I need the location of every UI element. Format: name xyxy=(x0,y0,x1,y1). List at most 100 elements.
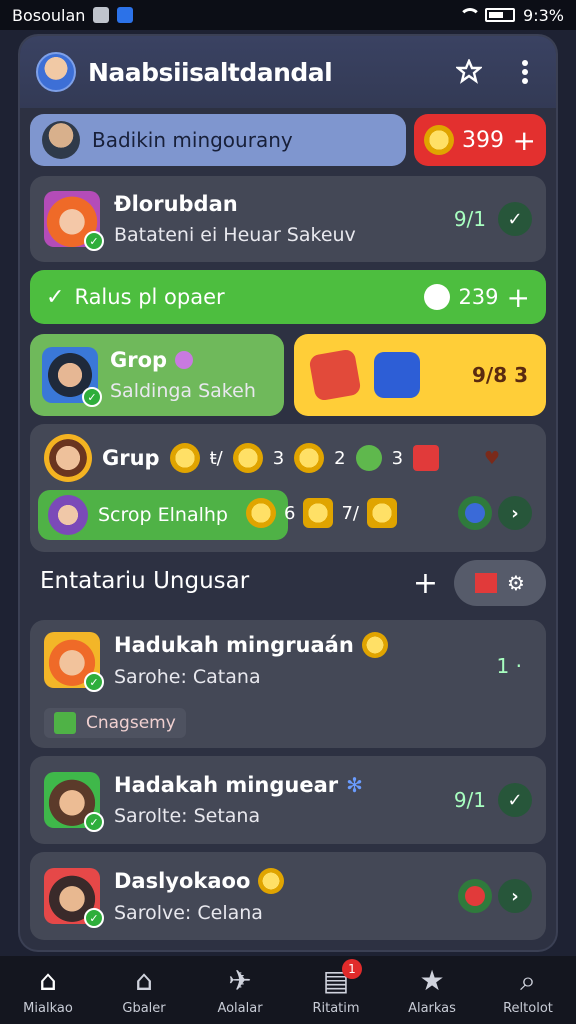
add-coins-button[interactable]: + xyxy=(513,124,536,157)
group-card[interactable]: ✓ Grop Saldinga Sakeh xyxy=(30,334,284,416)
settings-icon: ⚙ xyxy=(507,571,525,595)
globe-icon[interactable] xyxy=(458,496,492,530)
chevron-right-icon[interactable]: › xyxy=(498,879,532,913)
coin-icon xyxy=(258,868,285,894)
house-outline-icon: ⌂ xyxy=(135,963,153,997)
app-notification-icon xyxy=(93,7,110,23)
verified-check-icon: ✓ xyxy=(84,812,104,832)
section-title: Entatariu Ungusar xyxy=(40,568,250,594)
coin-icon xyxy=(294,443,325,473)
quest-bar[interactable]: ✓ Ralus pl opaer 239 + xyxy=(30,270,546,324)
list-item-subtitle: Sarolve: Celana xyxy=(114,902,263,924)
game-avatar: ✓ xyxy=(44,632,104,692)
list-item[interactable]: ✓ Hadakah minguear ✻ Sarolte: Setana 9/1… xyxy=(30,756,546,844)
reward-card[interactable]: 9/8 3 xyxy=(294,334,546,416)
verified-check-icon: ✓ xyxy=(84,231,104,251)
coin-icon xyxy=(169,443,200,473)
group-row-value: 2 xyxy=(334,447,346,469)
verified-check-icon: ✓ xyxy=(84,672,104,692)
flag-icon xyxy=(475,573,498,593)
reward-value: 9/8 3 xyxy=(471,363,528,387)
nav-item-gbaler[interactable]: ⌂ Gbaler xyxy=(96,963,192,1016)
user-avatar[interactable] xyxy=(36,52,76,92)
list-item[interactable]: ✓ Daslyokaoo Sarolve: Celana › xyxy=(30,852,546,940)
filter-pill[interactable]: ⚙ xyxy=(454,560,546,606)
card-title: Đlorubdan xyxy=(114,192,238,216)
group-row-title: Grup xyxy=(102,446,160,470)
coin-icon xyxy=(303,498,334,528)
coin-value: 399 xyxy=(462,127,504,153)
featured-card[interactable]: ✓ Đlorubdan Batateni ei Heuar Sakeuv 9/1… xyxy=(30,176,546,262)
group-title: Grop xyxy=(110,348,168,372)
bird-icon: ✈ xyxy=(228,963,252,997)
sub-group-label: Scrop Elnalhp xyxy=(98,504,228,526)
status-bar: Bosoulan 9:3% xyxy=(0,0,576,30)
add-button[interactable]: + xyxy=(413,566,438,601)
coin-icon xyxy=(246,498,276,528)
list-item-count: 1 · xyxy=(496,654,522,678)
coin-icon xyxy=(424,125,454,155)
search-icon: ⌕ xyxy=(520,963,536,997)
check-icon: ✓ xyxy=(46,284,65,310)
battery-percent: 9:3% xyxy=(523,5,564,25)
coins-balance[interactable]: 399 + xyxy=(414,114,546,166)
card-subtitle: Batateni ei Heuar Sakeuv xyxy=(114,224,356,246)
quest-value: 239 xyxy=(458,285,499,309)
list-item-title: Hadakah minguear xyxy=(114,773,339,797)
group-subtitle: Saldinga Sakeh xyxy=(110,380,256,402)
group-row-value: ŧ/ xyxy=(209,447,223,469)
game-avatar: ✓ xyxy=(44,868,104,928)
nav-label: Aolalar xyxy=(217,1000,263,1016)
list-item-count: 9/1 xyxy=(453,788,486,812)
group-row-card[interactable]: Grup ŧ/ 3 2 3 ♥ Scrop Elnalhp 6 7/ › xyxy=(30,424,546,552)
game-avatar: ✓ xyxy=(44,772,104,832)
game-avatar: ✓ xyxy=(44,191,104,251)
settings-icon[interactable] xyxy=(454,57,484,87)
tag-icon xyxy=(54,712,76,734)
nav-item-alarkas[interactable]: ★ Alarkas xyxy=(384,963,480,1016)
nav-item-home[interactable]: ⌂ Mialkao xyxy=(0,963,96,1016)
list-item-title: Hadukah mingruaán xyxy=(114,633,354,657)
carrier-label: Bosoulan xyxy=(12,5,86,25)
group-avatar xyxy=(44,434,92,482)
nav-label: Mialkao xyxy=(23,1000,73,1016)
gem-icon xyxy=(175,351,194,369)
nav-item-ritatim[interactable]: ▤ 1 Ritatim xyxy=(288,958,384,1016)
more-options-icon[interactable] xyxy=(510,57,540,87)
group-row-value: 3 xyxy=(272,447,285,469)
chevron-right-icon[interactable]: › xyxy=(498,496,532,530)
nav-label: Ritatim xyxy=(312,1000,360,1016)
heart-icon: ♥ xyxy=(483,448,500,469)
notification-badge: 1 xyxy=(342,958,362,979)
puzzle-icon: ✻ xyxy=(346,773,363,797)
add-button[interactable]: + xyxy=(507,281,530,314)
list-item-title: Daslyokaoo xyxy=(114,869,251,893)
tag-chip[interactable]: Cnagsemy xyxy=(44,708,186,738)
check-arrow-icon[interactable]: ✓ xyxy=(498,783,532,817)
action-icon[interactable] xyxy=(458,879,492,913)
nav-label: Alarkas xyxy=(408,1000,456,1016)
list-item-subtitle: Sarohe: Catana xyxy=(114,666,261,688)
profile-name: Badikin mingourany xyxy=(92,128,293,152)
user-icon xyxy=(424,284,451,310)
main-panel: Naabsiisaltdandal Badikin mingourany 399… xyxy=(20,36,556,950)
group-avatar: ✓ xyxy=(42,347,102,407)
list-item-subtitle: Sarolte: Setana xyxy=(114,805,261,827)
list-item[interactable]: ✓ Hadukah mingruaán Sarohe: Catana 1 · C… xyxy=(30,620,546,748)
app-notification-icon xyxy=(117,7,134,23)
home-icon: ⌂ xyxy=(39,963,57,997)
profile-pill[interactable]: Badikin mingourany xyxy=(30,114,406,166)
nav-item-aolalar[interactable]: ✈ Aolalar xyxy=(192,963,288,1016)
card-count: 9/1 xyxy=(453,207,486,231)
coin-icon xyxy=(361,632,388,658)
nav-item-reltolot[interactable]: ⌕ Reltolot xyxy=(480,963,576,1016)
star-icon: ★ xyxy=(419,963,445,997)
panel-header: Naabsiisaltdandal xyxy=(20,36,556,108)
check-arrow-icon[interactable]: ✓ xyxy=(498,202,532,236)
gift-box-icon xyxy=(308,348,362,402)
quest-label: Ralus pl opaer xyxy=(74,285,225,309)
page-title: Naabsiisaltdandal xyxy=(88,57,333,87)
nav-label: Reltolot xyxy=(503,1000,553,1016)
group-row-sub-value: 6 xyxy=(284,502,296,524)
nav-label: Gbaler xyxy=(122,1000,166,1016)
